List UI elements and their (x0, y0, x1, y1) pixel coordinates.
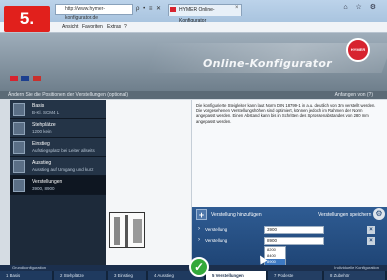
sidebar-item-label: Basis (32, 103, 45, 109)
individual-config-label: Individuelle Konfiguration (334, 265, 379, 270)
step-label: Ausstieg (157, 273, 174, 278)
tab-close-icon[interactable]: × (235, 5, 239, 11)
language-flags (10, 76, 43, 83)
sidebar-item-verstellungen[interactable]: Verstellungen 3900, 8900 (10, 176, 106, 195)
flag-fr-icon[interactable] (32, 76, 41, 81)
browser-tab[interactable]: HYMER Online-Konfigurator (168, 4, 242, 24)
menu-help[interactable]: ? (124, 24, 127, 30)
menu-favoriten[interactable]: Favoriten (82, 24, 103, 30)
ladder-rail-left (114, 217, 120, 245)
menu-extras[interactable]: Extras (107, 24, 121, 30)
offset-row: › Verstellung 8900 × (196, 237, 378, 246)
menu-ansicht[interactable]: Ansicht (62, 24, 78, 30)
instruction-bar: Ändern Sie die Positionen der Verstellun… (0, 91, 387, 99)
ladder-rail-center (125, 215, 128, 247)
offset-row-label: Verstellung (205, 238, 228, 243)
step-label: Stehplätze (63, 273, 84, 278)
ladder-rail-right (133, 219, 142, 243)
instruction-text: Ändern Sie die Positionen der Verstellun… (8, 92, 129, 98)
offset-icon (13, 179, 25, 192)
step-number-badge: 5. (4, 6, 50, 32)
sidebar-item-label: Verstellungen (32, 179, 63, 185)
address-bar[interactable]: http://www.hymer-konfigurator.de (55, 4, 133, 21)
exit-icon (13, 160, 25, 173)
description-text: Die konfigurierte Steigleiter kann laut … (196, 103, 376, 124)
instruction-right[interactable]: Anfangen von (?) (335, 92, 373, 98)
chevron-right-icon: › (198, 237, 200, 243)
floorplan-drawing (109, 212, 145, 248)
offset-dropdown-list[interactable]: 8200 8400 8900 (264, 246, 286, 266)
ladder-height-icon (13, 122, 25, 135)
step-label: Einstieg (117, 273, 133, 278)
menu-bar: Ansicht Favoriten Extras ? (0, 22, 387, 33)
window-controls[interactable]: ⌂ ☆ ⚙ (343, 3, 379, 11)
sidebar-item-value: B-Kl. SCM4 L (32, 110, 60, 115)
remove-offset-button[interactable]: × (367, 237, 375, 245)
step-verstellungen[interactable]: 5 Verstellungen (206, 271, 268, 280)
offset-value-select[interactable]: 8900 (264, 237, 324, 245)
save-offsets-label[interactable]: Verstellungen speichern (318, 212, 371, 218)
sidebar-item-label: Ausstieg (32, 160, 52, 166)
sidebar-item-value: Aufstiegsplatz bei Leiter allseits (32, 148, 95, 153)
config-sidebar: Basis B-Kl. SCM4 L Stehplätze 1200 kein … (10, 100, 106, 265)
sidebar-item-basis[interactable]: Basis B-Kl. SCM4 L (10, 100, 106, 119)
step-label: Verstellungen (215, 273, 244, 278)
flag-de-icon[interactable] (10, 76, 18, 81)
sidebar-item-label: Stehplätze (32, 122, 56, 128)
ladder-basis-icon (13, 103, 25, 116)
basic-config-label: Grundkonfiguration (12, 265, 47, 270)
offset-value-field[interactable]: 3900 (264, 226, 324, 234)
flag-gb-icon[interactable] (21, 76, 30, 81)
chevron-right-icon: › (198, 226, 200, 232)
step-label: Basis (9, 273, 21, 278)
offset-row: › Verstellung 3900 × (196, 226, 378, 235)
sidebar-item-stehplaetze[interactable]: Stehplätze 1200 kein (10, 119, 106, 138)
step-stehplaetze[interactable]: 2 Stehplätze (54, 271, 108, 280)
offset-row-label: Verstellung (205, 227, 228, 232)
hymer-tab-icon (170, 7, 176, 12)
step-label: Zubehör (333, 273, 350, 278)
step-zubehoer[interactable]: 8 Zubehör (324, 271, 387, 280)
step-einstieg[interactable]: 3 Einstieg (108, 271, 148, 280)
hymer-logo: HYMER (346, 38, 370, 62)
add-offset-button[interactable]: + (196, 209, 207, 220)
address-tools[interactable]: ρ • ≡ ✕ (136, 5, 162, 12)
sidebar-item-value: 3900, 8900 (32, 186, 55, 191)
step-label: Podeste (277, 273, 294, 278)
add-offset-label[interactable]: Verstellung hinzufügen (211, 212, 262, 218)
page-title: Online-Konfigurator (203, 57, 332, 70)
step-basis[interactable]: 1 Basis (0, 271, 54, 280)
entry-icon (13, 141, 25, 154)
sidebar-item-ausstieg[interactable]: Ausstieg Ausstieg auf Umgang und kurz (10, 157, 106, 176)
browser-titlebar: http://www.hymer-konfigurator.de ρ • ≡ ✕… (0, 0, 387, 24)
sidebar-item-value: Ausstieg auf Umgang und kurz (32, 167, 94, 172)
settings-icon[interactable]: ⚙ (373, 208, 385, 220)
sidebar-item-einstieg[interactable]: Einstieg Aufstiegsplatz bei Leiter allse… (10, 138, 106, 157)
checkmark-icon: ✓ (189, 257, 209, 277)
step-podeste[interactable]: 7 Podeste (268, 271, 324, 280)
browser-window: http://www.hymer-konfigurator.de ρ • ≡ ✕… (0, 0, 387, 280)
remove-offset-button[interactable]: × (367, 226, 375, 234)
sidebar-item-label: Einstieg (32, 141, 50, 147)
sidebar-item-value: 1200 kein (32, 129, 52, 134)
